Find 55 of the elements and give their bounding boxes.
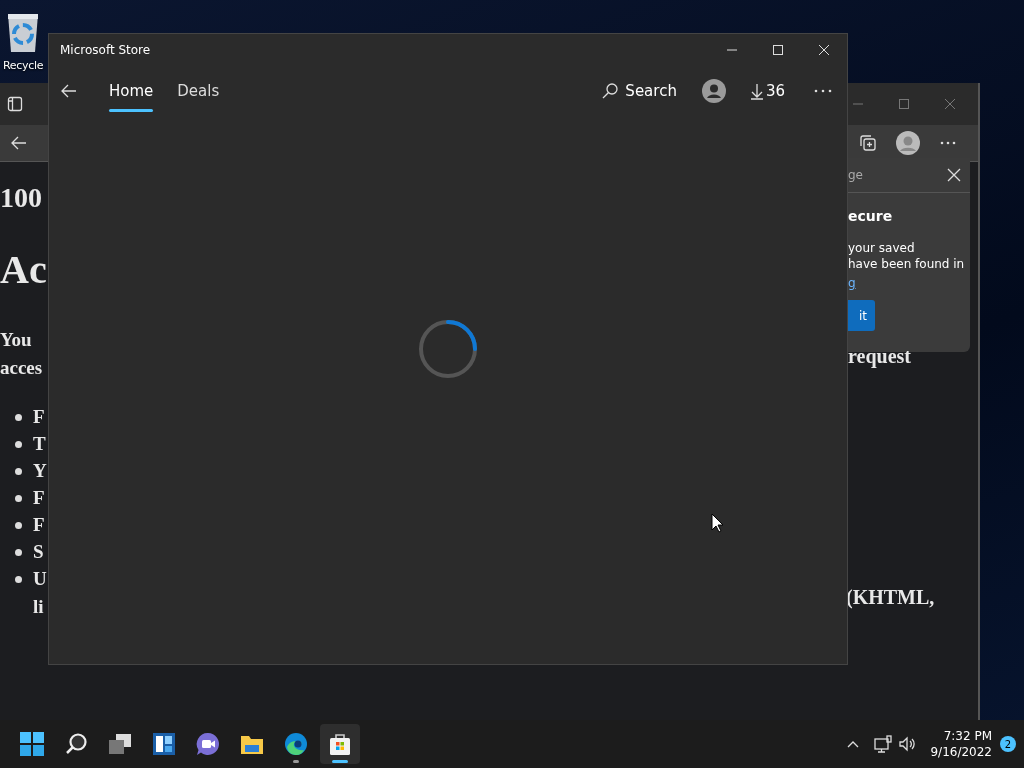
popup-link[interactable]: g: [848, 275, 856, 291]
widgets-icon[interactable]: [152, 732, 176, 756]
list-item-text: F: [33, 513, 45, 538]
window-title: Microsoft Store: [60, 42, 151, 59]
bullet-icon: [15, 549, 22, 556]
list-item-text: (KHTML,: [846, 587, 935, 607]
notification-badge[interactable]: 2: [1000, 736, 1016, 752]
list-item-text: T: [33, 432, 46, 457]
list-item-text: li: [33, 595, 45, 619]
chat-icon[interactable]: [196, 732, 220, 756]
start-icon[interactable]: [20, 732, 44, 756]
icon-label[interactable]: Recycle: [3, 58, 44, 75]
popup-text: have been found in: [848, 256, 966, 272]
tab-actions-icon[interactable]: [7, 96, 23, 112]
popup-button[interactable]: it: [848, 300, 875, 331]
page-title: Ac: [0, 250, 48, 290]
account-icon[interactable]: [701, 79, 726, 103]
nav-tab[interactable]: Deals: [177, 79, 220, 109]
list-item-text: S: [33, 540, 44, 565]
avatar-icon[interactable]: [896, 131, 920, 155]
clock-time[interactable]: 7:32 PM: [930, 728, 992, 744]
volume-icon[interactable]: [898, 735, 917, 753]
task-view-icon[interactable]: [108, 732, 132, 756]
list-item-text: Y: [33, 459, 47, 484]
paragraph-text: acces: [0, 356, 43, 380]
store-icon[interactable]: [328, 732, 352, 756]
running-indicator: [293, 760, 299, 763]
running-indicator: [332, 760, 348, 763]
download-icon: [749, 82, 764, 100]
search-icon: [601, 82, 620, 100]
popup-title: ge: [848, 167, 863, 184]
clock-date[interactable]: 9/16/2022: [930, 744, 992, 760]
close-icon[interactable]: [946, 167, 962, 183]
search-button[interactable]: Search: [601, 79, 677, 103]
search-icon[interactable]: [64, 732, 88, 756]
popup-heading: ecure: [848, 207, 894, 226]
list-item-text: F: [33, 405, 45, 430]
browser-icon[interactable]: [284, 732, 308, 756]
network-icon[interactable]: [874, 735, 893, 753]
downloads-button[interactable]: 36: [749, 79, 785, 103]
collections-icon[interactable]: [858, 133, 878, 153]
bullet-icon: [15, 522, 22, 529]
bullet-icon: [15, 468, 22, 475]
bullet-icon: [15, 576, 22, 583]
nav-tab[interactable]: Home: [109, 79, 154, 109]
list-item-text: U: [33, 567, 47, 592]
paragraph-text: You: [0, 328, 32, 352]
bullet-icon: [15, 495, 22, 502]
popup-text: your saved: [848, 240, 916, 256]
paragraph-text: request: [848, 346, 911, 366]
bullet-icon: [15, 414, 22, 421]
cursor-icon: [711, 513, 725, 533]
bullet-icon: [15, 441, 22, 448]
heading-text: 100: [0, 184, 43, 212]
list-item-text: F: [33, 486, 45, 511]
